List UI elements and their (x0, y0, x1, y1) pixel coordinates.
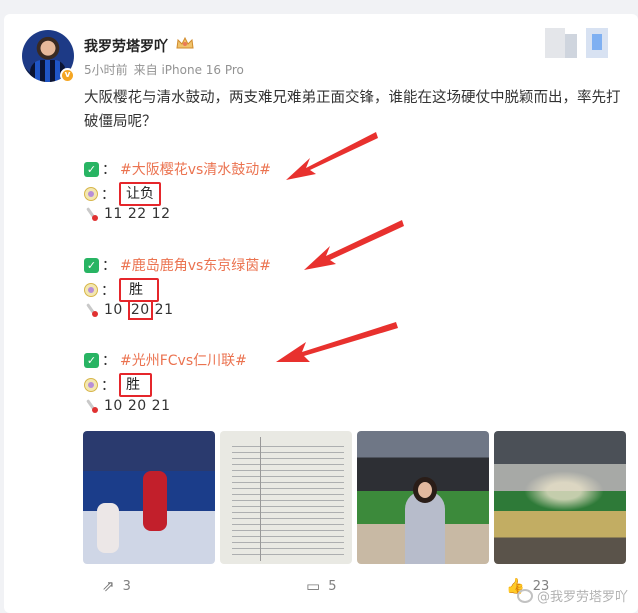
comment-button[interactable]: ▭ 5 (306, 577, 336, 595)
pick-result-row: ： 让负 (84, 182, 161, 206)
thermometer-icon (84, 398, 98, 414)
score-numbers: 11 22 12 (104, 206, 171, 222)
post-image-paper-slip[interactable] (220, 431, 352, 564)
thermometer-icon (84, 206, 98, 222)
pick-result-row: ： 胜 (84, 278, 159, 302)
pick-topic-row: ✓ ： #光州FCvs仁川联# (84, 350, 247, 370)
pick-score-row: 10 20 21 (84, 398, 175, 414)
topic-link[interactable]: #大阪樱花vs清水鼓动# (120, 159, 271, 179)
topic-link[interactable]: #鹿岛鹿角vs东京绿茵# (120, 255, 271, 275)
coin-icon (84, 283, 98, 297)
comment-count: 5 (328, 578, 337, 594)
separator: ： (102, 258, 116, 274)
pick-result-row: ： 胜 (84, 373, 152, 397)
pick-score-row: 10 20 21 (84, 300, 178, 320)
pick-result: 胜 (119, 373, 152, 397)
username-link[interactable]: 我罗劳塔罗吖 (84, 36, 168, 56)
repost-button[interactable]: ⇗ 3 (102, 577, 131, 595)
check-icon: ✓ (84, 257, 99, 273)
separator: ： (101, 378, 115, 394)
post-time[interactable]: 5小时前 (84, 63, 128, 77)
topic-link[interactable]: #光州FCvs仁川联# (120, 350, 247, 370)
post-text: 大阪樱花与清水鼓动，两支难兄难弟正面交锋，谁能在这场硬仗中脱颖而出，率先打破僵局… (84, 90, 621, 130)
red-arrow-icon (276, 322, 398, 362)
separator: ： (102, 353, 116, 369)
score-numbers: 10 20 21 (104, 398, 171, 414)
blurred-thumbnail (586, 28, 608, 58)
thermometer-icon (84, 302, 98, 318)
post-image-stadium-fan[interactable] (357, 431, 489, 564)
post-meta: 5小时前 来自 iPhone 16 Pro (84, 61, 244, 78)
pick-result: 胜 (119, 278, 159, 302)
check-icon: ✓ (84, 161, 99, 177)
post-image-goalkeeper[interactable] (83, 431, 215, 564)
red-arrow-icon (286, 132, 378, 180)
watermark-text: @我罗劳塔罗吖 (536, 590, 628, 605)
coin-icon (84, 187, 98, 201)
post-source: 来自 iPhone 16 Pro (133, 63, 244, 77)
blurred-thumbnail (565, 34, 577, 58)
post-image-stadium-crowd[interactable] (494, 431, 626, 564)
crown-badge-icon (176, 36, 194, 49)
pick-score-row: 11 22 12 (84, 206, 175, 222)
weibo-logo-icon (516, 588, 533, 603)
repost-icon: ⇗ (102, 577, 115, 595)
score-numbers: 10 20 21 (104, 300, 174, 320)
blurred-thumbnail (545, 28, 565, 58)
verified-badge-icon: v (60, 68, 75, 83)
red-arrow-icon (304, 220, 404, 270)
separator: ： (102, 162, 116, 178)
separator: ： (101, 283, 115, 299)
separator: ： (101, 187, 115, 203)
pick-topic-row: ✓ ： #大阪樱花vs清水鼓动# (84, 159, 271, 179)
comment-icon: ▭ (306, 577, 321, 595)
repost-count: 3 (122, 578, 131, 594)
pick-result: 让负 (119, 182, 161, 206)
watermark: @我罗劳塔罗吖 (516, 586, 628, 605)
coin-icon (84, 378, 98, 392)
pick-topic-row: ✓ ： #鹿岛鹿角vs东京绿茵# (84, 255, 271, 275)
check-icon: ✓ (84, 352, 99, 368)
